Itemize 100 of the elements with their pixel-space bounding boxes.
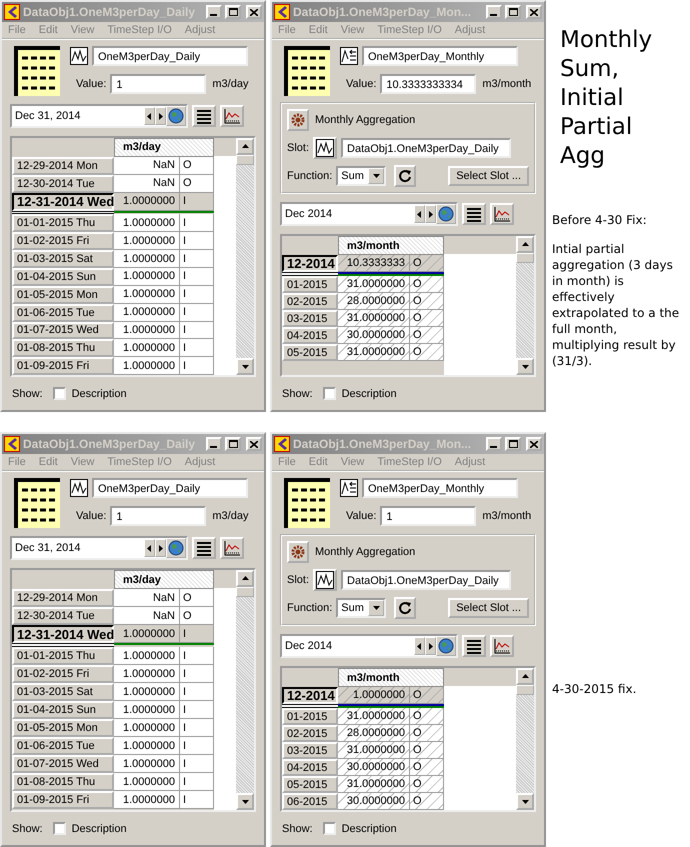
row-header[interactable]: 12-31-2014 Wed <box>12 192 114 211</box>
row-header[interactable]: 01-2015 <box>282 708 338 725</box>
scroll-down-button[interactable] <box>516 358 534 375</box>
date-field[interactable]: Dec 31, 2014 <box>10 104 188 128</box>
chart-button[interactable] <box>490 203 514 225</box>
next-button[interactable] <box>425 205 436 223</box>
gear-button[interactable] <box>287 541 309 563</box>
previous-button[interactable] <box>144 107 155 125</box>
close-button[interactable] <box>246 437 262 451</box>
row-header[interactable]: 05-2015 <box>282 776 338 793</box>
minimize-button[interactable] <box>486 437 502 451</box>
slot-button[interactable] <box>313 569 338 591</box>
date-field[interactable]: Dec 31, 2014 <box>10 536 188 560</box>
list-button[interactable] <box>192 105 216 127</box>
row-header[interactable]: 04-2015 <box>282 327 338 344</box>
function-dropdown[interactable]: Sum <box>336 598 386 618</box>
value-field[interactable]: 1 <box>110 506 206 526</box>
description-checkbox[interactable] <box>322 822 336 835</box>
row-header[interactable]: 12-29-2014 Mon <box>12 156 114 175</box>
row-header[interactable]: 05-2015 <box>282 344 338 361</box>
maximize-button[interactable] <box>505 5 521 19</box>
scroll-thumb[interactable] <box>516 685 534 695</box>
next-button[interactable] <box>425 637 436 655</box>
row-header[interactable]: 01-04-2015 Sun <box>12 701 114 719</box>
minimize-button[interactable] <box>206 437 222 451</box>
chart-button[interactable] <box>220 537 244 559</box>
row-header[interactable]: 01-08-2015 Thu <box>12 339 114 358</box>
row-header[interactable]: 01-02-2015 Fri <box>12 232 114 250</box>
select-slot-button[interactable]: Select Slot ... <box>448 598 529 618</box>
refresh-button[interactable] <box>394 597 416 619</box>
scroll-thumb[interactable] <box>236 587 254 597</box>
function-dropdown[interactable]: Sum <box>336 166 386 186</box>
maximize-button[interactable] <box>225 437 241 451</box>
next-button[interactable] <box>155 539 166 557</box>
row-header[interactable]: 12-2014 <box>282 687 338 704</box>
scroll-up-button[interactable] <box>516 668 534 685</box>
refresh-button[interactable] <box>394 165 416 187</box>
row-header[interactable]: 01-07-2015 Wed <box>12 322 114 340</box>
row-header[interactable]: 01-03-2015 Sat <box>12 250 114 268</box>
scroll-down-button[interactable] <box>516 793 534 810</box>
description-checkbox[interactable] <box>52 387 66 400</box>
close-button[interactable] <box>526 437 542 451</box>
globe-button[interactable] <box>436 636 456 656</box>
scroll-down-button[interactable] <box>236 793 254 810</box>
close-button[interactable] <box>246 5 262 19</box>
row-header[interactable]: 01-03-2015 Sat <box>12 683 114 701</box>
chart-button[interactable] <box>490 635 514 657</box>
row-header[interactable]: 01-05-2015 Mon <box>12 286 114 304</box>
row-header[interactable]: 12-31-2014 Wed <box>12 625 114 643</box>
select-slot-button[interactable]: Select Slot ... <box>448 166 529 186</box>
slot-name-field[interactable]: OneM3perDay_Daily <box>92 478 248 498</box>
row-header[interactable]: 01-01-2015 Thu <box>12 214 114 232</box>
row-header[interactable]: 12-29-2014 Mon <box>12 589 114 607</box>
description-checkbox[interactable] <box>322 387 336 400</box>
slot-name-field[interactable]: OneM3perDay_Daily <box>92 46 248 66</box>
row-header[interactable]: 01-07-2015 Wed <box>12 755 114 773</box>
scroll-down-button[interactable] <box>236 358 254 375</box>
row-header[interactable]: 12-30-2014 Tue <box>12 607 114 625</box>
row-header[interactable]: 12-2014 <box>282 255 338 272</box>
row-header[interactable]: 01-2015 <box>282 276 338 293</box>
date-field[interactable]: Dec 2014 <box>280 634 458 658</box>
previous-button[interactable] <box>144 539 155 557</box>
row-header[interactable]: 01-06-2015 Tue <box>12 304 114 322</box>
globe-button[interactable] <box>436 204 456 224</box>
chart-button[interactable] <box>220 105 244 127</box>
row-header[interactable]: 01-09-2015 Fri <box>12 791 114 809</box>
row-header[interactable]: 01-04-2015 Sun <box>12 268 114 286</box>
date-field[interactable]: Dec 2014 <box>280 202 458 226</box>
globe-button[interactable] <box>166 106 186 126</box>
scroll-thumb[interactable] <box>516 253 534 263</box>
row-header[interactable]: 01-02-2015 Fri <box>12 665 114 683</box>
row-header[interactable]: 03-2015 <box>282 742 338 759</box>
scrollbar[interactable] <box>516 668 534 810</box>
scrollbar[interactable] <box>236 570 254 810</box>
slot-name-field[interactable]: OneM3perDay_Monthly <box>362 478 518 498</box>
list-button[interactable] <box>462 203 486 225</box>
row-header[interactable]: 01-01-2015 Thu <box>12 647 114 665</box>
slot-field[interactable]: DataObj1.OneM3perDay_Daily <box>341 138 512 158</box>
scroll-up-button[interactable] <box>236 570 254 587</box>
minimize-button[interactable] <box>206 5 222 19</box>
row-header[interactable]: 02-2015 <box>282 293 338 310</box>
scroll-up-button[interactable] <box>516 236 534 253</box>
row-header[interactable]: 01-08-2015 Thu <box>12 773 114 791</box>
next-button[interactable] <box>155 107 166 125</box>
slot-field[interactable]: DataObj1.OneM3perDay_Daily <box>341 570 512 590</box>
row-header[interactable]: 01-09-2015 Fri <box>12 357 114 375</box>
previous-button[interactable] <box>414 637 425 655</box>
row-header[interactable]: 04-2015 <box>282 759 338 776</box>
row-header[interactable]: 01-06-2015 Tue <box>12 737 114 755</box>
row-header[interactable]: 06-2015 <box>282 793 338 810</box>
minimize-button[interactable] <box>486 5 502 19</box>
row-header[interactable]: 02-2015 <box>282 725 338 742</box>
value-field[interactable]: 1 <box>110 74 206 94</box>
gear-button[interactable] <box>287 109 309 131</box>
row-header[interactable]: 03-2015 <box>282 310 338 327</box>
list-button[interactable] <box>192 537 216 559</box>
row-header[interactable]: 12-30-2014 Tue <box>12 174 114 193</box>
globe-button[interactable] <box>166 538 186 558</box>
value-field[interactable]: 10.3333333334 <box>380 74 476 94</box>
close-button[interactable] <box>526 5 542 19</box>
